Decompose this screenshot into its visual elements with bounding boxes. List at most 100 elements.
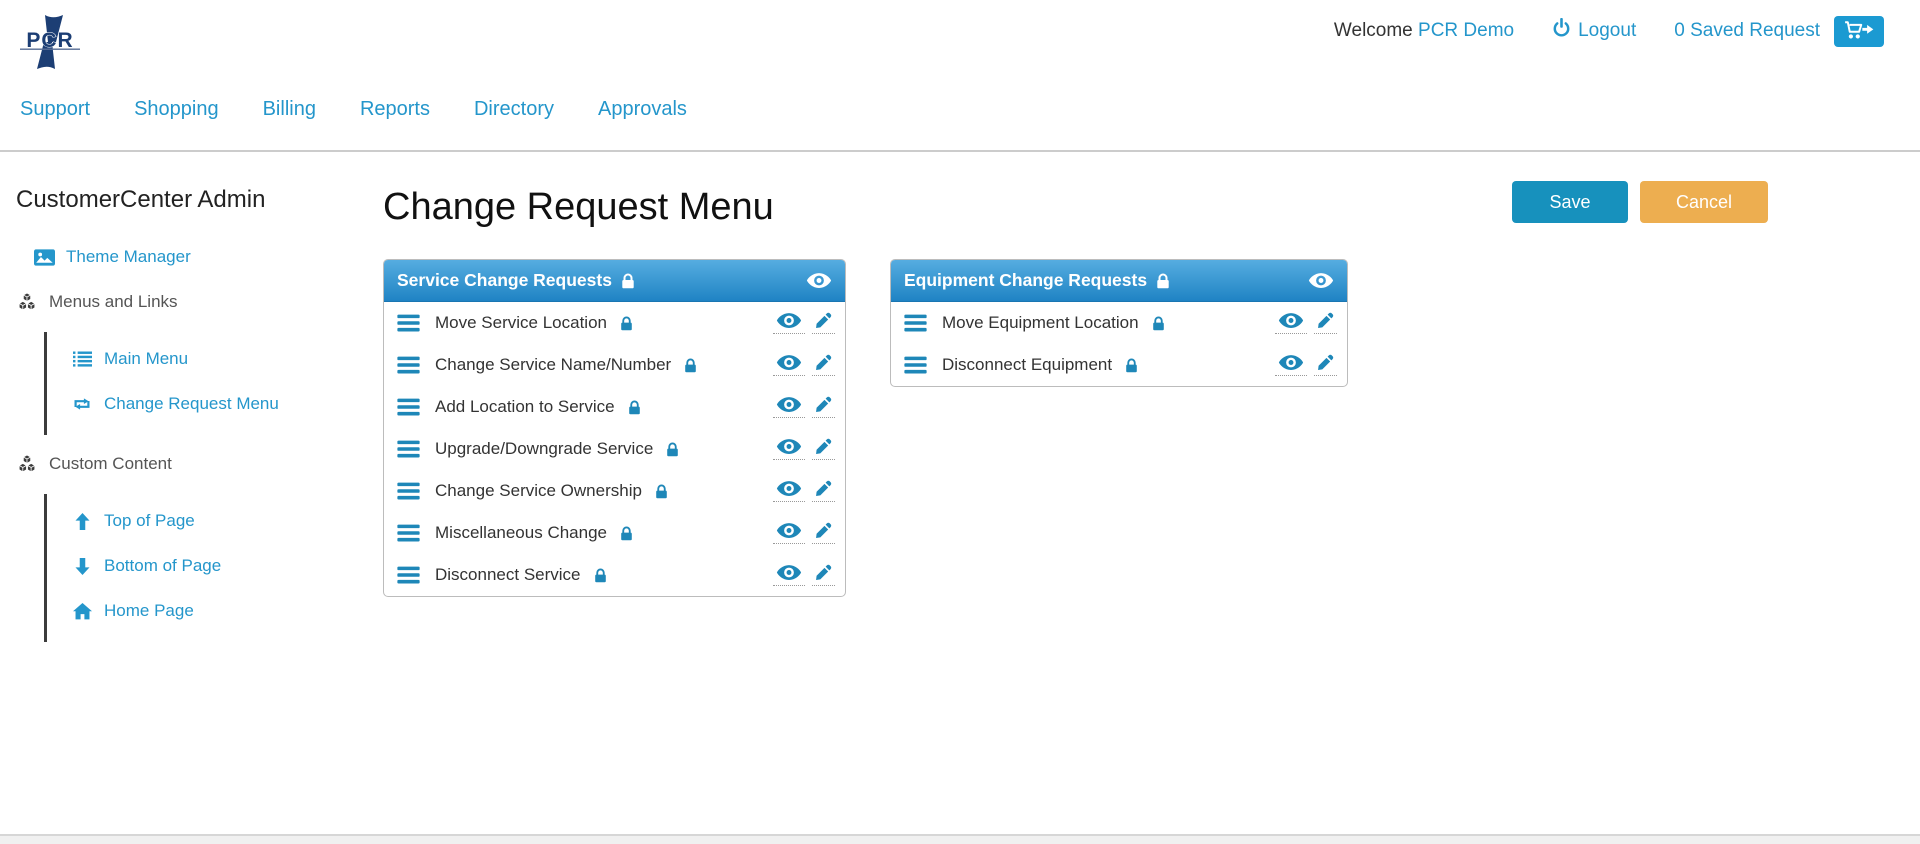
request-row: Move Equipment Location: [891, 302, 1347, 344]
drag-handle-icon[interactable]: [397, 482, 420, 500]
edit-pencil-icon[interactable]: [812, 396, 835, 418]
lock-icon: [620, 316, 633, 331]
visibility-eye-icon[interactable]: [773, 354, 805, 376]
edit-pencil-icon[interactable]: [812, 438, 835, 460]
panel-visibility-eye-icon[interactable]: [806, 272, 832, 289]
retweet-icon: [71, 397, 93, 411]
edit-pencil-icon[interactable]: [812, 354, 835, 376]
sidebar-item-main-menu[interactable]: Main Menu: [71, 344, 368, 374]
drag-handle-icon[interactable]: [397, 524, 420, 542]
panel-body: Move Service Location Change Service Nam…: [384, 302, 845, 596]
edit-pencil-icon[interactable]: [812, 522, 835, 544]
visibility-eye-icon[interactable]: [773, 312, 805, 334]
nav-item-approvals[interactable]: Approvals: [598, 98, 687, 121]
equipment-change-requests-panel: Equipment Change Requests Move Equipment…: [890, 259, 1348, 387]
power-icon: [1552, 18, 1571, 44]
nav-item-reports[interactable]: Reports: [360, 98, 430, 121]
row-actions: [773, 312, 835, 334]
row-actions: [773, 480, 835, 502]
visibility-eye-icon[interactable]: [1275, 312, 1307, 334]
sidebar-item-top-of-page[interactable]: Top of Page: [71, 506, 368, 536]
drag-handle-icon[interactable]: [904, 356, 927, 374]
nav-item-support[interactable]: Support: [20, 98, 90, 121]
sidebar-item-label: Bottom of Page: [104, 556, 221, 576]
save-button[interactable]: Save: [1512, 181, 1628, 223]
sidebar-item-bottom-of-page[interactable]: Bottom of Page: [71, 551, 368, 581]
svg-text:PCR: PCR: [26, 29, 73, 52]
request-label: Upgrade/Downgrade Service: [435, 439, 653, 459]
cancel-button[interactable]: Cancel: [1640, 181, 1768, 223]
panel-title: Service Change Requests: [397, 270, 612, 291]
sidebar-item-theme-manager[interactable]: Theme Manager: [33, 242, 368, 272]
sidebar-item-home-page[interactable]: Home Page: [71, 596, 368, 626]
request-label: Change Service Ownership: [435, 481, 642, 501]
visibility-eye-icon[interactable]: [773, 480, 805, 502]
drag-handle-icon[interactable]: [397, 314, 420, 332]
row-actions: [773, 438, 835, 460]
row-actions: [1275, 354, 1337, 376]
drag-handle-icon[interactable]: [397, 356, 420, 374]
lock-icon: [621, 273, 635, 289]
request-row: Upgrade/Downgrade Service: [384, 428, 845, 470]
visibility-eye-icon[interactable]: [773, 564, 805, 586]
pcr-logo[interactable]: PCR: [18, 14, 82, 70]
request-row: Change Service Name/Number: [384, 344, 845, 386]
footer-divider: [0, 834, 1920, 844]
edit-pencil-icon[interactable]: [812, 564, 835, 586]
row-actions: [773, 522, 835, 544]
page-title: Change Request Menu: [383, 186, 774, 229]
drag-handle-icon[interactable]: [397, 566, 420, 584]
image-icon: [33, 249, 55, 266]
drag-handle-icon[interactable]: [397, 398, 420, 416]
nav-item-billing[interactable]: Billing: [263, 98, 316, 121]
nav-item-directory[interactable]: Directory: [474, 98, 554, 121]
request-row: Change Service Ownership: [384, 470, 845, 512]
visibility-eye-icon[interactable]: [1275, 354, 1307, 376]
visibility-eye-icon[interactable]: [773, 396, 805, 418]
sidebar-item-label: Top of Page: [104, 511, 195, 531]
drag-handle-icon[interactable]: [397, 440, 420, 458]
lock-icon: [684, 358, 697, 373]
request-row: Move Service Location: [384, 302, 845, 344]
sidebar-title: CustomerCenter Admin: [16, 186, 368, 214]
request-label: Change Service Name/Number: [435, 355, 671, 375]
sidebar-section-custom-content: Custom Content: [16, 449, 368, 479]
lock-icon: [666, 442, 679, 457]
saved-request-link[interactable]: 0 Saved Request: [1674, 20, 1820, 42]
edit-pencil-icon[interactable]: [812, 480, 835, 502]
row-actions: [773, 396, 835, 418]
admin-sidebar: CustomerCenter Admin Theme Manager Menus…: [16, 186, 368, 656]
request-label: Disconnect Equipment: [942, 355, 1112, 375]
row-actions: [773, 564, 835, 586]
edit-pencil-icon[interactable]: [1314, 354, 1337, 376]
panel-header: Equipment Change Requests: [891, 260, 1347, 302]
edit-pencil-icon[interactable]: [812, 312, 835, 334]
visibility-eye-icon[interactable]: [773, 522, 805, 544]
sidebar-group-custom-content: Top of Page Bottom of Page Home Page: [44, 494, 368, 642]
row-actions: [773, 354, 835, 376]
main-navigation: Support Shopping Billing Reports Directo…: [20, 98, 687, 121]
cubes-icon: [16, 292, 38, 312]
edit-pencil-icon[interactable]: [1314, 312, 1337, 334]
panel-body: Move Equipment Location Disconnect Equip…: [891, 302, 1347, 386]
arrow-down-icon: [71, 558, 93, 575]
drag-handle-icon[interactable]: [904, 314, 927, 332]
visibility-eye-icon[interactable]: [773, 438, 805, 460]
logout-button[interactable]: Logout: [1552, 18, 1636, 44]
nav-item-shopping[interactable]: Shopping: [134, 98, 219, 121]
welcome-text: Welcome PCR Demo: [1334, 20, 1514, 42]
sidebar-group-menus: Main Menu Change Request Menu: [44, 332, 368, 435]
lock-icon: [1156, 273, 1170, 289]
lock-icon: [1125, 358, 1138, 373]
cubes-icon: [16, 454, 38, 474]
panel-visibility-eye-icon[interactable]: [1308, 272, 1334, 289]
request-label: Add Location to Service: [435, 397, 615, 417]
request-label: Disconnect Service: [435, 565, 581, 585]
cart-checkout-button[interactable]: [1834, 16, 1884, 47]
sidebar-item-change-request-menu[interactable]: Change Request Menu: [71, 389, 368, 419]
cart-arrow-icon: [1844, 20, 1874, 43]
username-link[interactable]: PCR Demo: [1418, 20, 1514, 41]
sidebar-item-label: Home Page: [104, 601, 194, 621]
lock-icon: [594, 568, 607, 583]
lock-icon: [628, 400, 641, 415]
